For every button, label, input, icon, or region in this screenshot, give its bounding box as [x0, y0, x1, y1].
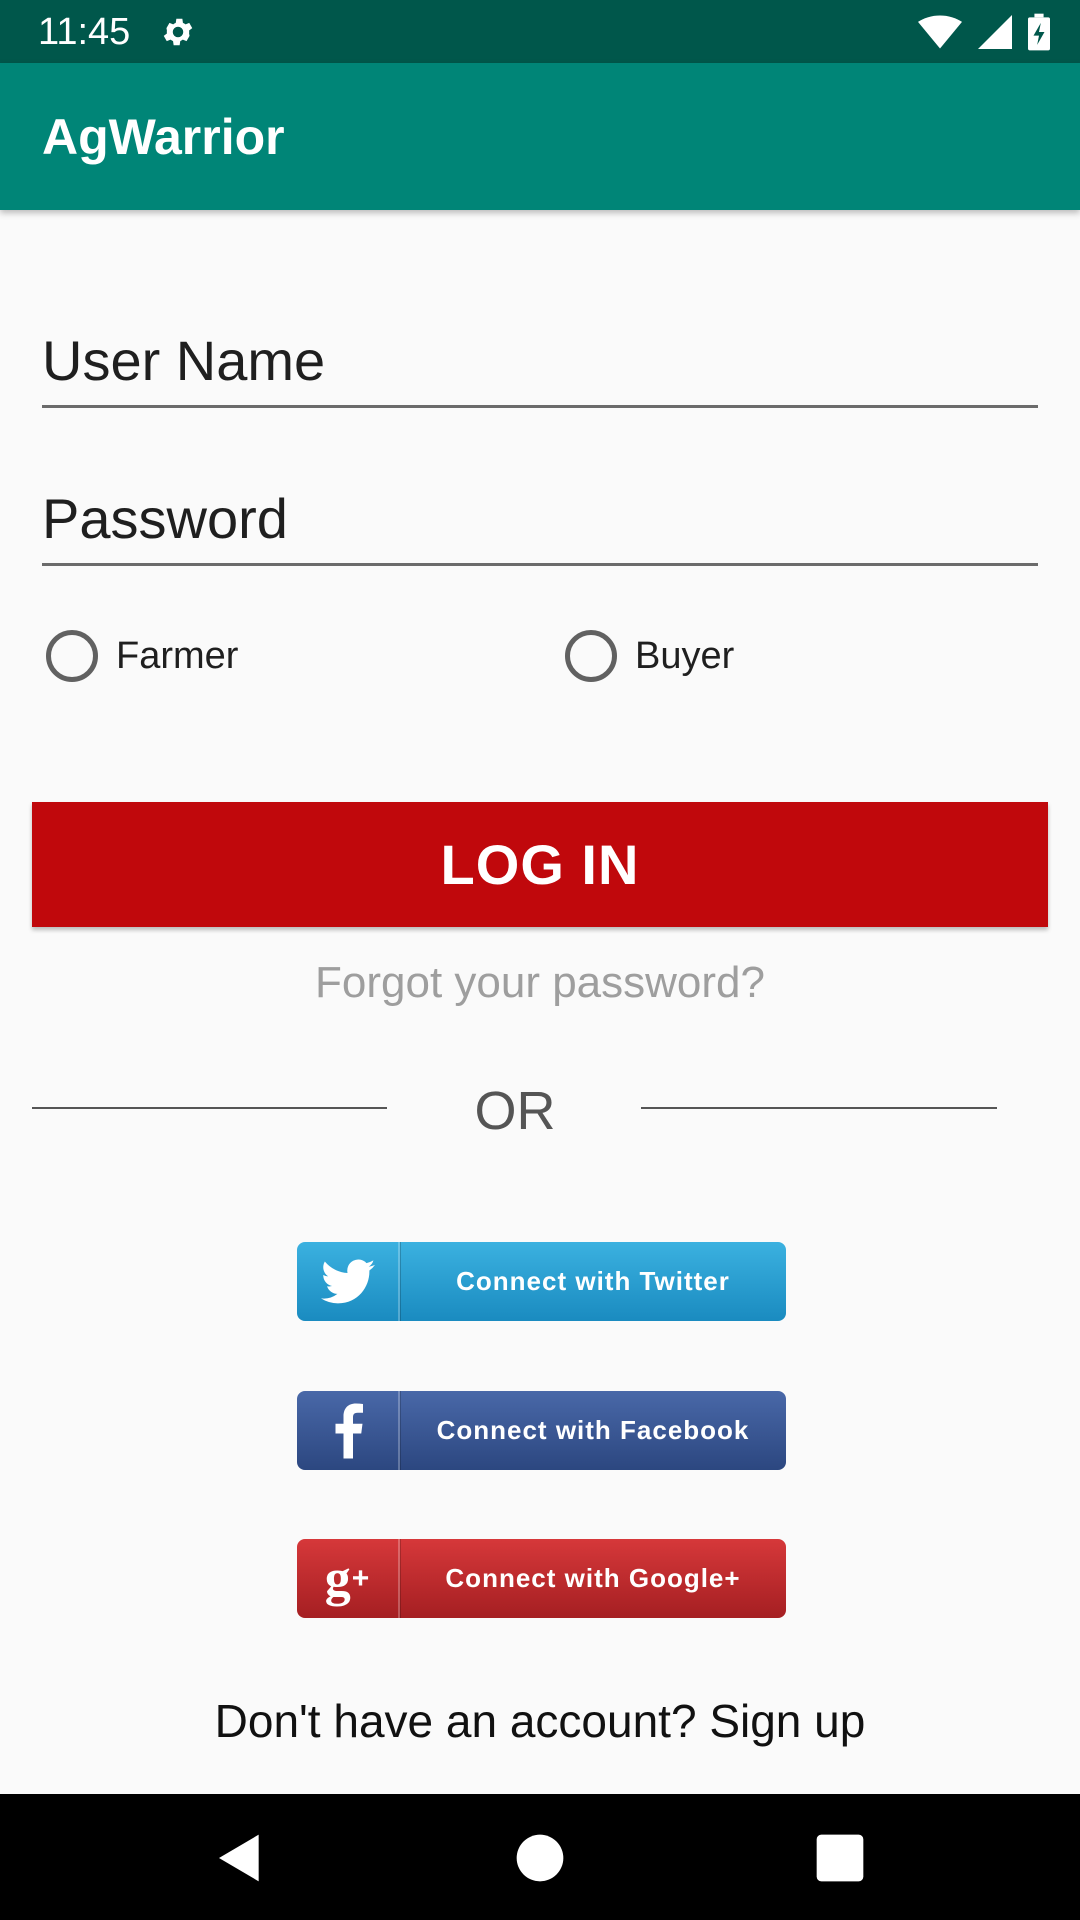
connect-twitter-button[interactable]: Connect with Twitter: [297, 1242, 786, 1321]
password-placeholder: Password: [42, 487, 288, 550]
google-icon-letter: g: [324, 1549, 352, 1607]
signup-link[interactable]: Don't have an account? Sign up: [0, 1694, 1080, 1748]
twitter-icon: [297, 1242, 400, 1321]
gear-icon: [163, 18, 193, 46]
facebook-icon: [297, 1391, 400, 1470]
buyer-radio[interactable]: Buyer: [565, 628, 734, 684]
google-icon-plus: +: [351, 1561, 371, 1595]
connect-facebook-button[interactable]: Connect with Facebook: [297, 1391, 786, 1470]
or-label: OR: [474, 1081, 556, 1141]
back-icon[interactable]: [212, 1830, 268, 1886]
divider-right: [641, 1107, 997, 1109]
login-button[interactable]: LOG IN: [32, 802, 1048, 927]
facebook-button-label: Connect with Facebook: [436, 1415, 750, 1445]
connect-google-button[interactable]: g + Connect with Google+: [297, 1539, 786, 1618]
app-title: AgWarrior: [42, 109, 285, 165]
app-bar: AgWarrior: [0, 63, 1080, 210]
buyer-radio-label: Buyer: [635, 634, 735, 677]
status-bar: 11:45: [0, 0, 1080, 63]
battery-charging-icon: [1028, 13, 1050, 51]
google-button-label: Connect with Google+: [445, 1563, 741, 1593]
password-field[interactable]: Password: [42, 476, 1038, 566]
username-field[interactable]: User Name: [42, 318, 1038, 408]
navigation-bar: [0, 1794, 1080, 1920]
signal-icon: [978, 15, 1012, 49]
farmer-radio-label: Farmer: [116, 634, 239, 677]
farmer-radio[interactable]: Farmer: [46, 628, 238, 684]
wifi-icon: [918, 15, 962, 49]
home-icon[interactable]: [512, 1830, 568, 1886]
status-time: 11:45: [38, 11, 131, 53]
forgot-password-link[interactable]: Forgot your password?: [0, 958, 1080, 1008]
google-plus-icon: g +: [297, 1539, 400, 1618]
radio-circle-icon[interactable]: [46, 630, 98, 682]
username-placeholder: User Name: [42, 329, 326, 392]
recents-icon[interactable]: [812, 1830, 868, 1886]
twitter-button-label: Connect with Twitter: [456, 1266, 730, 1296]
divider-left: [32, 1107, 387, 1109]
radio-circle-icon[interactable]: [565, 630, 617, 682]
status-icons: [918, 12, 1050, 52]
